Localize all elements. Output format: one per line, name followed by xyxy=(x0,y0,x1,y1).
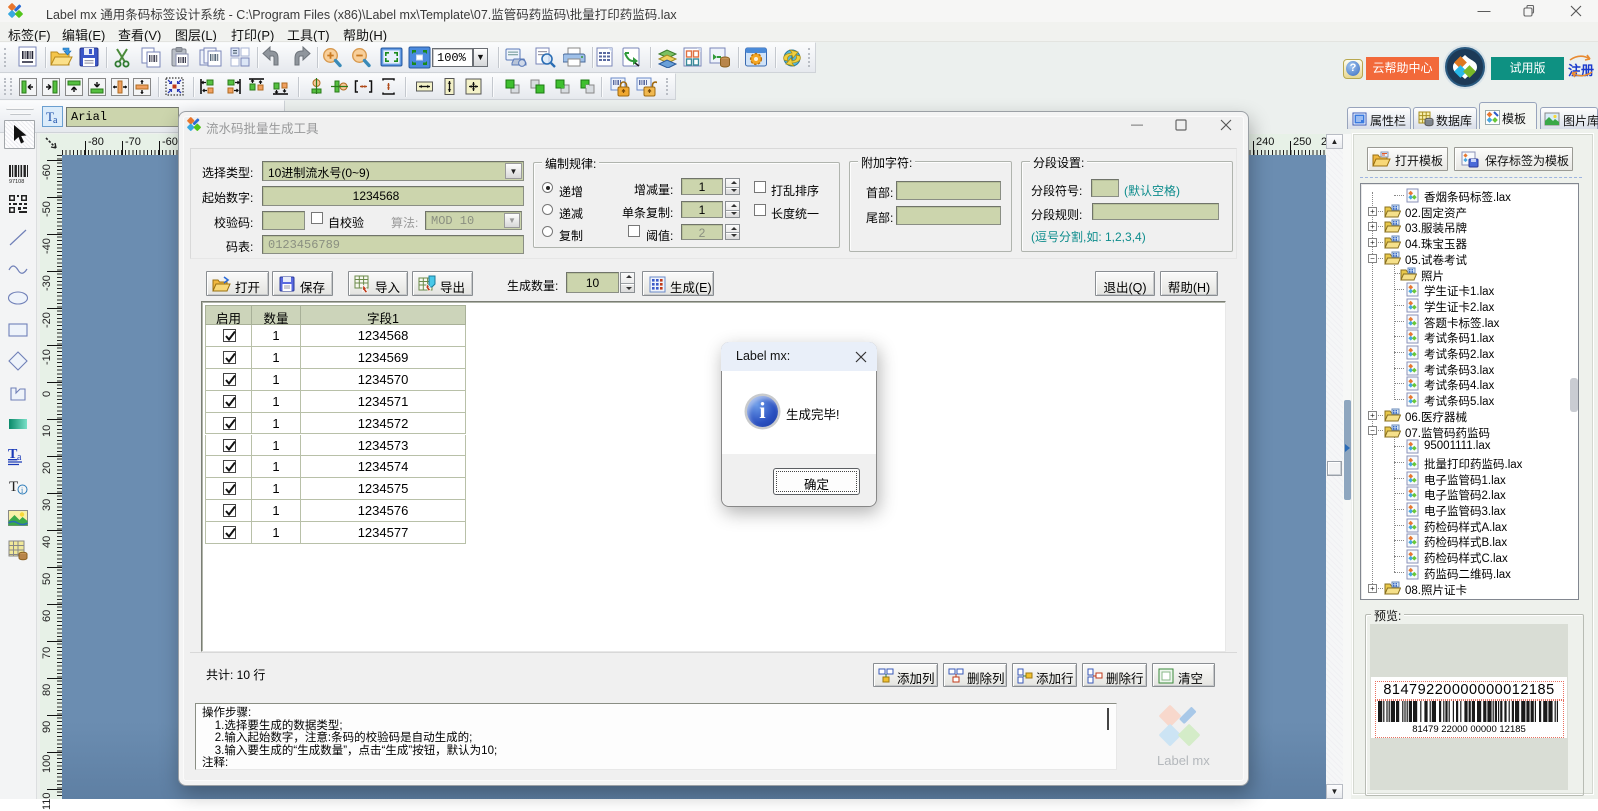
svg-text:T: T xyxy=(9,479,18,495)
svg-text:a: a xyxy=(53,115,58,126)
svg-text:a: a xyxy=(17,452,22,463)
svg-text:97108: 97108 xyxy=(9,179,24,185)
